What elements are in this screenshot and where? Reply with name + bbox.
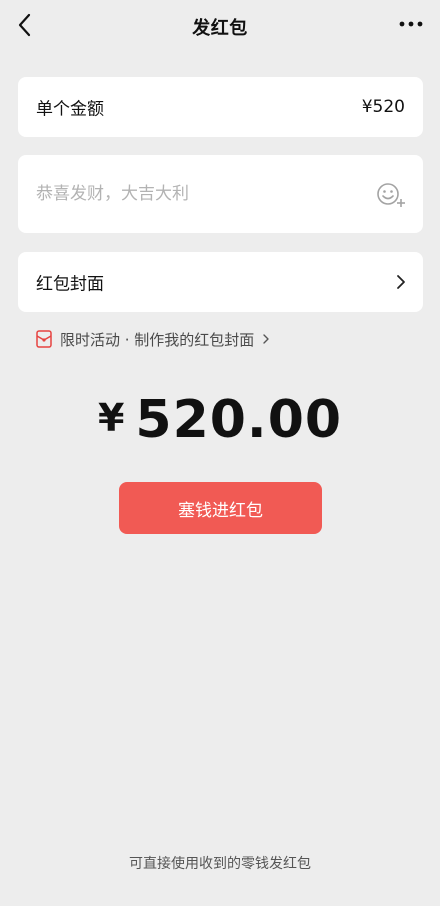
red-packet-cover-row[interactable]: 红包封面 — [18, 252, 423, 312]
red-envelope-icon — [36, 330, 52, 348]
emoji-add-icon — [377, 183, 405, 207]
message-row — [18, 155, 423, 233]
total-amount-value: 520.00 — [135, 390, 343, 450]
amount-label: 单个金额 — [36, 99, 104, 120]
ellipsis-icon — [399, 21, 423, 27]
footer-note: 可直接使用收到的零钱发红包 — [129, 856, 311, 872]
promo-text: 限时活动 · 制作我的红包封面 — [60, 330, 255, 349]
navigation-bar: 发红包 — [0, 0, 440, 52]
greeting-message-input[interactable] — [36, 184, 336, 204]
promo-link[interactable]: 限时活动 · 制作我的红包封面 — [36, 327, 270, 351]
amount-row[interactable]: 单个金额 ¥520 — [18, 77, 423, 137]
total-amount: ¥520.00 — [0, 390, 440, 450]
amount-value[interactable]: ¥520 — [362, 97, 405, 117]
cover-label: 红包封面 — [36, 274, 104, 295]
chevron-right-icon — [397, 275, 405, 289]
more-options-button[interactable] — [398, 14, 424, 34]
emoji-button[interactable] — [375, 180, 407, 208]
currency-symbol: ¥ — [97, 396, 126, 440]
chevron-right-small-icon — [263, 334, 270, 344]
send-red-packet-button[interactable]: 塞钱进红包 — [119, 482, 322, 534]
page-title: 发红包 — [192, 18, 248, 39]
